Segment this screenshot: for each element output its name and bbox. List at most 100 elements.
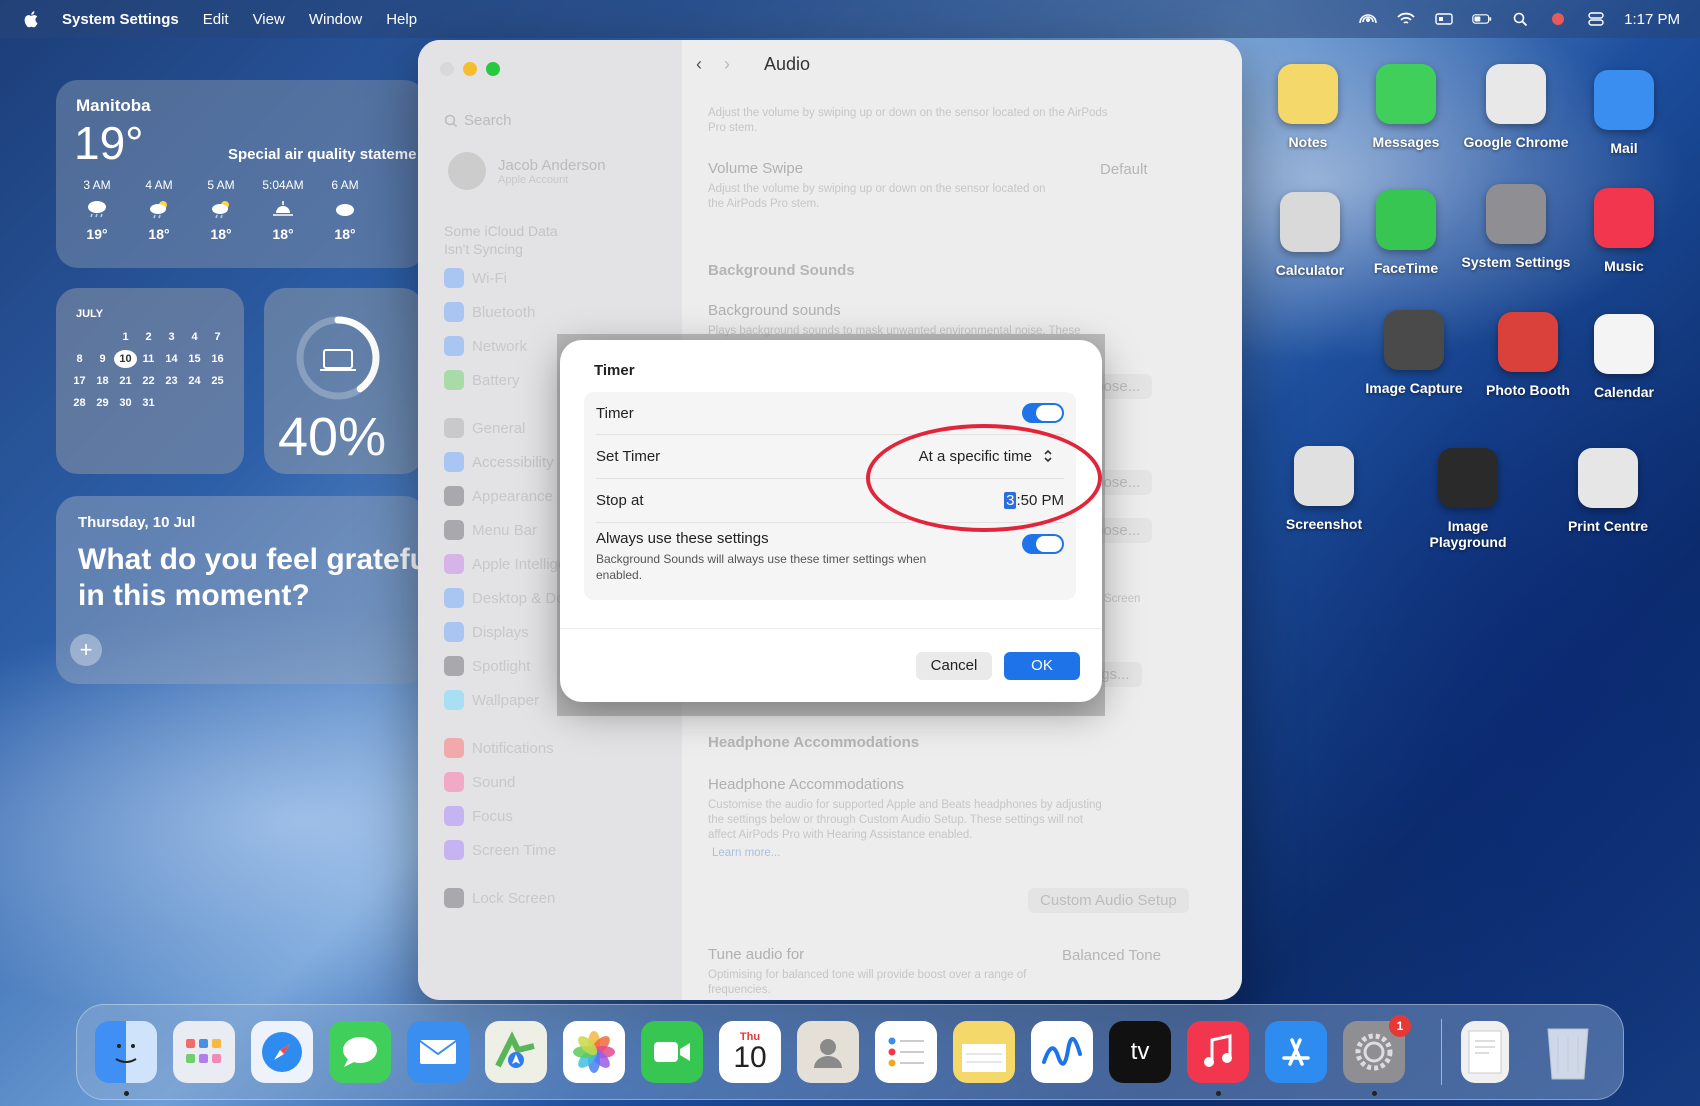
sidebar-item-accessibility[interactable]: Accessibility: [444, 452, 554, 472]
reminders-icon[interactable]: [875, 1021, 937, 1083]
apple-logo-icon[interactable]: [22, 9, 42, 29]
forward-icon[interactable]: ›: [724, 54, 730, 75]
desktop-icon-mail[interactable]: Mail: [1564, 70, 1684, 156]
tune-audio-value[interactable]: Balanced Tone: [1062, 947, 1161, 964]
sidebar-item-appearance[interactable]: Appearance: [444, 486, 553, 506]
ok-button[interactable]: OK: [1004, 652, 1080, 680]
search-icon: [444, 114, 458, 127]
search-icon[interactable]: [1510, 12, 1530, 26]
menu-clock[interactable]: 1:17 PM: [1624, 11, 1680, 28]
apple-tv-icon[interactable]: tv: [1109, 1021, 1171, 1083]
minute-ampm-segment[interactable]: :50 PM: [1016, 492, 1064, 509]
icloud-notice[interactable]: Some iCloud Data Isn't Syncing: [444, 222, 558, 258]
calendar-day: 1: [122, 331, 129, 343]
sidebar-item-focus[interactable]: Focus: [444, 806, 513, 826]
sidebar-item-network[interactable]: Network: [444, 336, 527, 356]
minimize-button[interactable]: [463, 62, 477, 76]
desktop-icon-print-centre[interactable]: Print Centre: [1548, 448, 1668, 534]
sidebar-item-notifications[interactable]: Notifications: [444, 738, 554, 758]
maps-icon[interactable]: [485, 1021, 547, 1083]
sidebar-item-bluetooth[interactable]: Bluetooth: [444, 302, 535, 322]
weather-temperature: 19°: [74, 117, 144, 169]
desktop-icon-label: Screenshot: [1285, 516, 1363, 532]
timer-dialog: Timer Timer Set Timer At a specific time…: [560, 340, 1102, 702]
desktop-icon-google-chrome[interactable]: Google Chrome: [1456, 64, 1576, 150]
desktop-icon-screenshot[interactable]: Screenshot: [1264, 446, 1384, 532]
notes-icon[interactable]: [953, 1021, 1015, 1083]
back-icon[interactable]: ‹: [696, 54, 702, 75]
wifi-icon[interactable]: [1396, 12, 1416, 26]
sidebar-item-icon: [444, 554, 464, 574]
desktop-icon-image-playground[interactable]: Image Playground: [1408, 448, 1528, 550]
hour-temp: 18°: [148, 226, 170, 242]
sidebar-item-battery[interactable]: Battery: [444, 370, 520, 390]
close-button[interactable]: [440, 62, 454, 76]
sidebar-item-wi-fi[interactable]: Wi-Fi: [444, 268, 507, 288]
airdrop-icon[interactable]: [1358, 12, 1378, 26]
downloads-stack-icon[interactable]: [1461, 1021, 1509, 1083]
launchpad-icon[interactable]: [173, 1021, 235, 1083]
safari-icon[interactable]: [251, 1021, 313, 1083]
cancel-button[interactable]: Cancel: [916, 652, 992, 680]
volume-swipe-value[interactable]: Default: [1100, 161, 1148, 178]
desktop-icon-facetime[interactable]: FaceTime: [1346, 190, 1466, 276]
sidebar-item-label: Focus: [472, 807, 513, 825]
add-entry-button[interactable]: +: [70, 634, 102, 666]
sidebar-item-displays[interactable]: Displays: [444, 622, 529, 642]
weather-widget[interactable]: Manitoba 19° Special air quality stateme…: [56, 80, 426, 268]
sidebar-item-wallpaper[interactable]: Wallpaper: [444, 690, 539, 710]
display-icon[interactable]: [1434, 12, 1454, 26]
music-icon[interactable]: [1187, 1021, 1249, 1083]
sidebar-item-screen-time[interactable]: Screen Time: [444, 840, 556, 860]
timer-toggle[interactable]: [1022, 403, 1064, 423]
sidebar-item-label: Displays: [472, 623, 529, 641]
trash-icon[interactable]: [1537, 1021, 1599, 1083]
contacts-icon[interactable]: [797, 1021, 859, 1083]
app-store-icon[interactable]: [1265, 1021, 1327, 1083]
always-use-text: Always use these settings Background Sou…: [596, 530, 1022, 583]
control-centre-icon[interactable]: [1586, 12, 1606, 26]
desktop-icon-image-capture[interactable]: Image Capture: [1354, 310, 1474, 396]
desktop-icon-music[interactable]: Music: [1564, 188, 1684, 274]
desktop-icon-messages[interactable]: Messages: [1346, 64, 1466, 150]
facetime-icon[interactable]: [641, 1021, 703, 1083]
messages-icon[interactable]: [329, 1021, 391, 1083]
sidebar-item-sound[interactable]: Sound: [444, 772, 515, 792]
user-account-icon[interactable]: [1548, 12, 1568, 26]
top-description: Adjust the volume by swiping up or down …: [708, 107, 1108, 134]
desktop-icon-system-settings[interactable]: System Settings: [1456, 184, 1576, 270]
battery-status-icon[interactable]: [1472, 12, 1492, 26]
set-timer-popup[interactable]: At a specific time: [919, 448, 1054, 465]
calendar-day: 22: [142, 375, 155, 387]
sidebar-item-menu-bar[interactable]: Menu Bar: [444, 520, 537, 540]
hour-segment[interactable]: 3: [1004, 491, 1017, 509]
system-settings-dock-icon[interactable]: 1: [1343, 1015, 1411, 1083]
menu-app-name[interactable]: System Settings: [62, 11, 179, 28]
stop-at-time-field[interactable]: 3 :50 PM: [1004, 491, 1064, 509]
zoom-button[interactable]: [486, 62, 500, 76]
facetime-icon: [1376, 190, 1436, 250]
menu-edit[interactable]: Edit: [203, 11, 229, 28]
hour-time: 4 AM: [145, 178, 173, 192]
finder-icon[interactable]: [95, 1021, 157, 1083]
sidebar-item-spotlight[interactable]: Spotlight: [444, 656, 530, 676]
desktop-icon-calendar[interactable]: Calendar: [1564, 314, 1684, 400]
calendar-icon[interactable]: Thu 10: [719, 1021, 781, 1083]
battery-widget[interactable]: 40%: [264, 288, 424, 474]
freeform-icon[interactable]: [1031, 1021, 1093, 1083]
calendar-widget[interactable]: JULY SMTWTFS1234567891011121314151617181…: [56, 288, 244, 474]
account-item[interactable]: Jacob Anderson Apple Account: [448, 152, 606, 190]
menu-view[interactable]: View: [253, 11, 285, 28]
sidebar-search[interactable]: Search: [444, 112, 512, 129]
mail-icon[interactable]: [407, 1021, 469, 1083]
menu-help[interactable]: Help: [386, 11, 417, 28]
sidebar-item-lock-screen[interactable]: Lock Screen: [444, 888, 555, 908]
custom-audio-setup-button[interactable]: Custom Audio Setup: [1028, 888, 1189, 913]
journal-widget[interactable]: Thursday, 10 Jul What do you feel gratef…: [56, 496, 426, 684]
sidebar-item-general[interactable]: General: [444, 418, 525, 438]
system-settings-icon: [1486, 184, 1546, 244]
learn-more-link[interactable]: Learn more...: [712, 846, 1112, 861]
photos-icon[interactable]: [563, 1021, 625, 1083]
always-use-toggle[interactable]: [1022, 534, 1064, 554]
menu-window[interactable]: Window: [309, 11, 362, 28]
